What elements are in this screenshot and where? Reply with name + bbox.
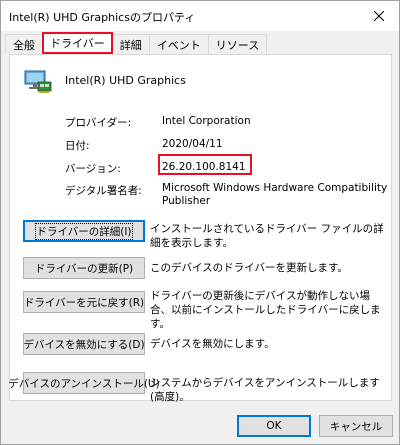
driver-details-button[interactable]: ドライバーの詳細(I) xyxy=(23,220,145,242)
properties-dialog: Intel(R) UHD Graphicsのプロパティ 全般 ドライバー 詳細 … xyxy=(0,0,400,445)
version-label: バージョン: xyxy=(65,163,121,175)
close-icon xyxy=(374,11,384,21)
signer-value: Microsoft Windows Hardware Compatibility… xyxy=(162,182,388,207)
disable-device-button[interactable]: デバイスを無効にする(D) xyxy=(23,333,145,355)
update-driver-description: このデバイスのドライバーを更新します。 xyxy=(150,262,348,274)
close-button[interactable] xyxy=(359,1,399,31)
tab-resources[interactable]: リソース xyxy=(207,34,268,54)
cancel-button[interactable]: キャンセル xyxy=(319,415,393,437)
driver-details-description: インストールされているドライバー ファイルの詳細を表示します。 xyxy=(150,223,384,249)
provider-value: Intel Corporation xyxy=(162,115,251,127)
tab-driver[interactable]: ドライバー xyxy=(42,32,113,54)
window-title: Intel(R) UHD Graphicsのプロパティ xyxy=(9,11,196,24)
tab-general[interactable]: 全般 xyxy=(5,34,43,54)
device-name: Intel(R) UHD Graphics xyxy=(65,74,186,87)
tab-events[interactable]: イベント xyxy=(148,34,209,54)
update-driver-button[interactable]: ドライバーの更新(P) xyxy=(23,257,145,279)
disable-device-description: デバイスを無効にします。 xyxy=(150,338,275,350)
version-highlight-box xyxy=(158,154,252,175)
tab-details[interactable]: 詳細 xyxy=(111,34,150,54)
provider-label: プロバイダー: xyxy=(65,117,132,129)
uninstall-device-button[interactable]: デバイスのアンインストール(U) xyxy=(8,372,160,394)
rollback-driver-button[interactable]: ドライバーを元に戻す(R) xyxy=(23,291,145,313)
tab-strip: 全般 ドライバー 詳細 イベント リソース xyxy=(5,32,268,54)
date-label: 日付: xyxy=(65,140,90,152)
signer-label: デジタル署名者: xyxy=(65,185,142,197)
display-adapter-icon xyxy=(24,70,52,93)
title-bar: Intel(R) UHD Graphicsのプロパティ xyxy=(1,1,399,31)
ok-button[interactable]: OK xyxy=(237,415,311,437)
uninstall-device-description: システムからデバイスをアンインストールします (高度)。 xyxy=(150,377,380,403)
rollback-driver-description: ドライバーの更新後にデバイスが動作しない場合、以前にインストールしたドライバーに… xyxy=(150,290,381,330)
date-value: 2020/04/11 xyxy=(162,138,223,150)
driver-tab-panel: Intel(R) UHD Graphics プロバイダー: Intel Corp… xyxy=(8,54,392,403)
